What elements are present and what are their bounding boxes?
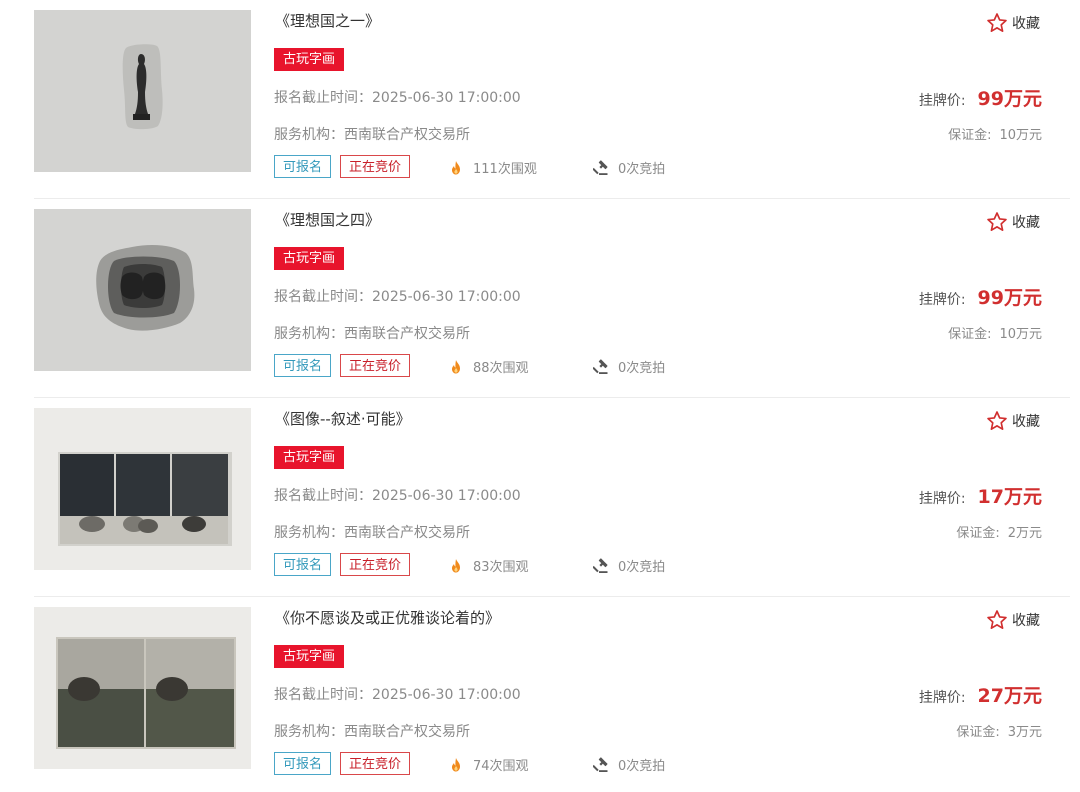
- item-title[interactable]: 《理想国之一》: [275, 10, 380, 31]
- deposit: 保证金: 3万元: [956, 721, 1042, 740]
- view-count: 111次围观: [448, 158, 537, 177]
- deposit-label: 保证金:: [948, 327, 992, 342]
- deposit-label: 保证金:: [956, 725, 1000, 740]
- category-badge: 古玩字画: [274, 645, 345, 668]
- listing-price: 挂牌价: 99万元: [919, 283, 1042, 310]
- gavel-icon: [593, 757, 609, 773]
- bid-count-text: 0次竞拍: [618, 361, 666, 376]
- item-title[interactable]: 《理想国之四》: [275, 209, 380, 230]
- deposit: 保证金: 10万元: [948, 124, 1042, 143]
- price-label: 挂牌价:: [918, 690, 966, 706]
- category-badge: 古玩字画: [274, 446, 345, 469]
- status-tag-signup: 可报名: [274, 354, 332, 377]
- status-tag-bidding: 正在竞价: [340, 553, 411, 576]
- price-value: 99万元: [977, 88, 1042, 110]
- service-organization: 服务机构：西南联合产权交易所: [274, 127, 470, 143]
- listing-price: 挂牌价: 99万元: [919, 84, 1042, 111]
- favorite-button[interactable]: 收藏: [986, 211, 1040, 233]
- view-count-text: 74次围观: [473, 759, 529, 774]
- listing-price: 挂牌价: 17万元: [919, 482, 1042, 509]
- bid-count: 0次竞拍: [593, 357, 665, 376]
- artwork-thumbnail[interactable]: [34, 10, 251, 172]
- price-value: 17万元: [977, 486, 1042, 508]
- status-tag-signup: 可报名: [274, 553, 332, 576]
- registration-deadline: 报名截止时间：2025-06-30 17:00:00: [274, 687, 521, 703]
- view-count: 83次围观: [448, 556, 529, 575]
- star-outline-icon: [986, 410, 1008, 432]
- registration-deadline: 报名截止时间：2025-06-30 17:00:00: [274, 289, 521, 305]
- price-label: 挂牌价:: [918, 491, 966, 507]
- bid-count: 0次竞拍: [593, 158, 665, 177]
- auction-list: 《理想国之一》 古玩字画 报名截止时间：2025-06-30 17:00:00 …: [0, 0, 1080, 792]
- artwork-thumbnail[interactable]: [34, 607, 251, 769]
- fire-icon: [448, 359, 464, 375]
- auction-item[interactable]: 《图像--叙述·可能》 古玩字画 报名截止时间：2025-06-30 17:00…: [0, 398, 1080, 597]
- gavel-icon: [593, 359, 609, 375]
- deposit-value: 2万元: [1007, 526, 1042, 541]
- bid-count-text: 0次竞拍: [618, 759, 666, 774]
- favorite-button[interactable]: 收藏: [986, 410, 1040, 432]
- deposit-label: 保证金:: [948, 128, 992, 143]
- service-organization: 服务机构：西南联合产权交易所: [274, 525, 470, 541]
- view-count: 88次围观: [448, 357, 529, 376]
- status-tag-bidding: 正在竞价: [340, 354, 411, 377]
- category-badge: 古玩字画: [274, 48, 345, 71]
- gavel-icon: [593, 160, 609, 176]
- star-outline-icon: [986, 211, 1008, 233]
- favorite-label: 收藏: [1012, 215, 1040, 231]
- view-count-text: 88次围观: [473, 361, 529, 376]
- service-organization: 服务机构：西南联合产权交易所: [274, 326, 470, 342]
- status-tag-bidding: 正在竞价: [340, 752, 411, 775]
- deposit: 保证金: 10万元: [948, 323, 1042, 342]
- view-count-text: 111次围观: [473, 162, 537, 177]
- listing-price: 挂牌价: 27万元: [919, 681, 1042, 708]
- auction-item[interactable]: 《理想国之四》 古玩字画 报名截止时间：2025-06-30 17:00:00 …: [0, 199, 1080, 398]
- star-outline-icon: [986, 609, 1008, 631]
- registration-deadline: 报名截止时间：2025-06-30 17:00:00: [274, 90, 521, 106]
- view-count-text: 83次围观: [473, 560, 529, 575]
- price-label: 挂牌价:: [918, 292, 966, 308]
- bid-count: 0次竞拍: [593, 755, 665, 774]
- favorite-label: 收藏: [1012, 613, 1040, 629]
- deposit-value: 10万元: [999, 327, 1042, 342]
- service-organization: 服务机构：西南联合产权交易所: [274, 724, 470, 740]
- status-tag-bidding: 正在竞价: [340, 155, 411, 178]
- price-label: 挂牌价:: [918, 93, 966, 109]
- status-tag-signup: 可报名: [274, 752, 332, 775]
- deposit-value: 10万元: [999, 128, 1042, 143]
- price-value: 27万元: [977, 685, 1042, 707]
- favorite-button[interactable]: 收藏: [986, 609, 1040, 631]
- auction-item[interactable]: 《你不愿谈及或正优雅谈论着的》 古玩字画 报名截止时间：2025-06-30 1…: [0, 597, 1080, 792]
- status-tag-signup: 可报名: [274, 155, 332, 178]
- fire-icon: [448, 558, 464, 574]
- deposit-value: 3万元: [1007, 725, 1042, 740]
- favorite-label: 收藏: [1012, 16, 1040, 32]
- deposit-label: 保证金:: [956, 526, 1000, 541]
- category-badge: 古玩字画: [274, 247, 345, 270]
- artwork-thumbnail[interactable]: [34, 209, 251, 371]
- favorite-label: 收藏: [1012, 414, 1040, 430]
- fire-icon: [448, 160, 464, 176]
- item-title[interactable]: 《你不愿谈及或正优雅谈论着的》: [275, 607, 500, 628]
- gavel-icon: [593, 558, 609, 574]
- auction-item[interactable]: 《理想国之一》 古玩字画 报名截止时间：2025-06-30 17:00:00 …: [0, 0, 1080, 199]
- price-value: 99万元: [977, 287, 1042, 309]
- bid-count-text: 0次竞拍: [618, 162, 666, 177]
- artwork-thumbnail[interactable]: [34, 408, 251, 570]
- bid-count-text: 0次竞拍: [618, 560, 666, 575]
- fire-icon: [448, 757, 464, 773]
- favorite-button[interactable]: 收藏: [986, 12, 1040, 34]
- view-count: 74次围观: [448, 755, 529, 774]
- bid-count: 0次竞拍: [593, 556, 665, 575]
- registration-deadline: 报名截止时间：2025-06-30 17:00:00: [274, 488, 521, 504]
- deposit: 保证金: 2万元: [956, 522, 1042, 541]
- star-outline-icon: [986, 12, 1008, 34]
- item-title[interactable]: 《图像--叙述·可能》: [275, 408, 411, 429]
